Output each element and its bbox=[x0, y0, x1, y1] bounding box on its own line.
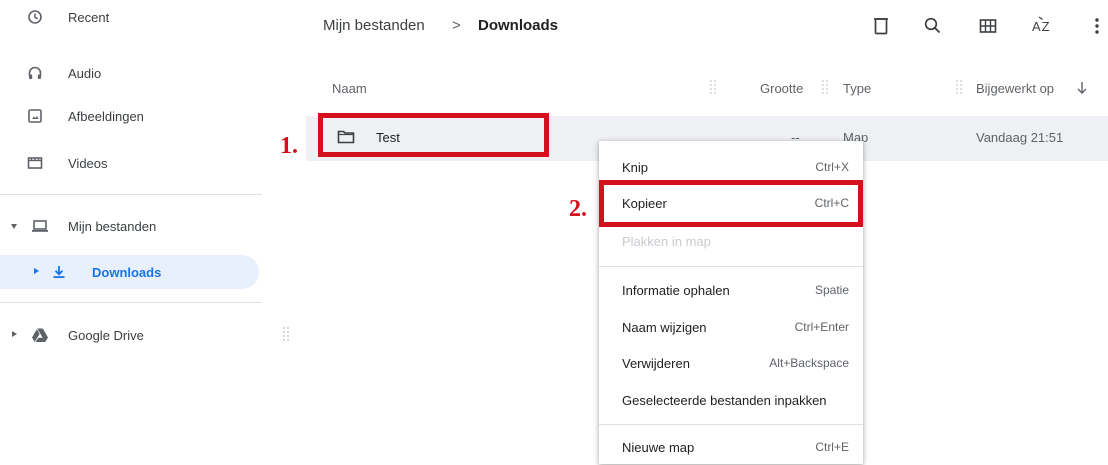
sidebar-item-label: Videos bbox=[68, 156, 108, 171]
grid-view-icon[interactable] bbox=[978, 16, 998, 36]
menu-item-get-info[interactable]: Informatie ophalen Spatie bbox=[599, 272, 863, 308]
column-header-modified[interactable]: Bijgewerkt op bbox=[976, 81, 1054, 96]
video-icon bbox=[27, 155, 43, 171]
menu-item-shortcut: Alt+Backspace bbox=[769, 356, 849, 370]
menu-item-rename[interactable]: Naam wijzigen Ctrl+Enter bbox=[599, 309, 863, 345]
menu-item-new-folder[interactable]: Nieuwe map Ctrl+E bbox=[599, 429, 863, 465]
menu-item-shortcut: Spatie bbox=[814, 283, 849, 297]
sidebar-item-images[interactable]: Afbeeldingen bbox=[0, 99, 262, 133]
breadcrumb-item-downloads: Downloads bbox=[478, 17, 559, 34]
column-resize-handle[interactable] bbox=[956, 79, 962, 95]
file-modified: Vandaag 21:51 bbox=[976, 130, 1064, 145]
sidebar-item-label: Audio bbox=[68, 66, 102, 81]
column-resize-handle[interactable] bbox=[822, 79, 828, 95]
sidebar-divider bbox=[0, 194, 262, 195]
menu-item-label: Naam wijzigen bbox=[622, 320, 707, 335]
menu-item-label: Verwijderen bbox=[622, 356, 690, 371]
sidebar-item-label: Afbeeldingen bbox=[68, 109, 144, 124]
sidebar-item-label: Mijn bestanden bbox=[68, 219, 157, 234]
column-header-name[interactable]: Naam bbox=[332, 81, 367, 96]
column-header-type[interactable]: Type bbox=[843, 81, 871, 96]
column-header-size[interactable]: Grootte bbox=[760, 81, 803, 96]
sidebar-item-my-files[interactable]: Mijn bestanden bbox=[0, 209, 262, 243]
menu-divider bbox=[599, 266, 863, 267]
menu-item-shortcut: Ctrl+X bbox=[815, 160, 849, 174]
annotation-highlight-1 bbox=[318, 113, 549, 157]
chevron-right-icon[interactable] bbox=[34, 268, 39, 274]
menu-item-shortcut: Ctrl+Enter bbox=[794, 320, 849, 334]
menu-item-label: Geselecteerde bestanden inpakken bbox=[622, 393, 827, 408]
delete-icon[interactable] bbox=[873, 16, 889, 36]
arrow-down-icon[interactable] bbox=[1076, 81, 1088, 95]
menu-item-label: Plakken in map bbox=[622, 234, 711, 249]
sidebar-divider bbox=[0, 302, 262, 303]
annotation-highlight-2 bbox=[599, 180, 863, 227]
sidebar-item-label: Recent bbox=[68, 10, 110, 25]
breadcrumb-separator: > bbox=[452, 17, 461, 34]
sidebar-item-google-drive[interactable]: Google Drive bbox=[0, 318, 262, 352]
image-icon bbox=[27, 108, 43, 124]
headphones-icon bbox=[27, 65, 43, 81]
sidebar-resize-handle[interactable] bbox=[283, 326, 289, 342]
sidebar-item-recent[interactable]: Recent bbox=[0, 0, 262, 34]
menu-item-label: Informatie ophalen bbox=[622, 283, 730, 298]
sidebar-item-label: Google Drive bbox=[68, 328, 144, 343]
menu-item-shortcut: Ctrl+E bbox=[815, 440, 849, 454]
menu-item-paste-into-folder: Plakken in map bbox=[599, 223, 863, 259]
breadcrumb-item-my-files[interactable]: Mijn bestanden bbox=[323, 17, 425, 34]
download-icon bbox=[51, 264, 67, 280]
sidebar-item-downloads[interactable]: Downloads bbox=[0, 255, 259, 289]
sort-label: AZ bbox=[1032, 19, 1051, 34]
chevron-down-icon[interactable] bbox=[11, 224, 17, 229]
menu-item-delete[interactable]: Verwijderen Alt+Backspace bbox=[599, 345, 863, 381]
sort-icon[interactable]: AZ bbox=[1030, 15, 1056, 37]
menu-divider bbox=[599, 424, 863, 425]
more-icon[interactable] bbox=[1094, 16, 1100, 36]
annotation-step-2: 2. bbox=[569, 196, 587, 222]
sidebar-item-label: Downloads bbox=[92, 265, 162, 280]
menu-item-label: Nieuwe map bbox=[622, 440, 695, 455]
google-drive-icon bbox=[31, 327, 49, 343]
search-icon[interactable] bbox=[923, 16, 943, 36]
annotation-step-1: 1. bbox=[280, 133, 298, 159]
chevron-right-icon[interactable] bbox=[12, 331, 17, 337]
sidebar-item-videos[interactable]: Videos bbox=[0, 146, 262, 180]
clock-icon bbox=[27, 9, 43, 25]
laptop-icon bbox=[31, 218, 49, 234]
column-resize-handle[interactable] bbox=[710, 79, 716, 95]
menu-item-zip-selection[interactable]: Geselecteerde bestanden inpakken bbox=[599, 382, 863, 418]
menu-item-label: Knip bbox=[622, 160, 649, 175]
sidebar-item-audio[interactable]: Audio bbox=[0, 56, 262, 90]
